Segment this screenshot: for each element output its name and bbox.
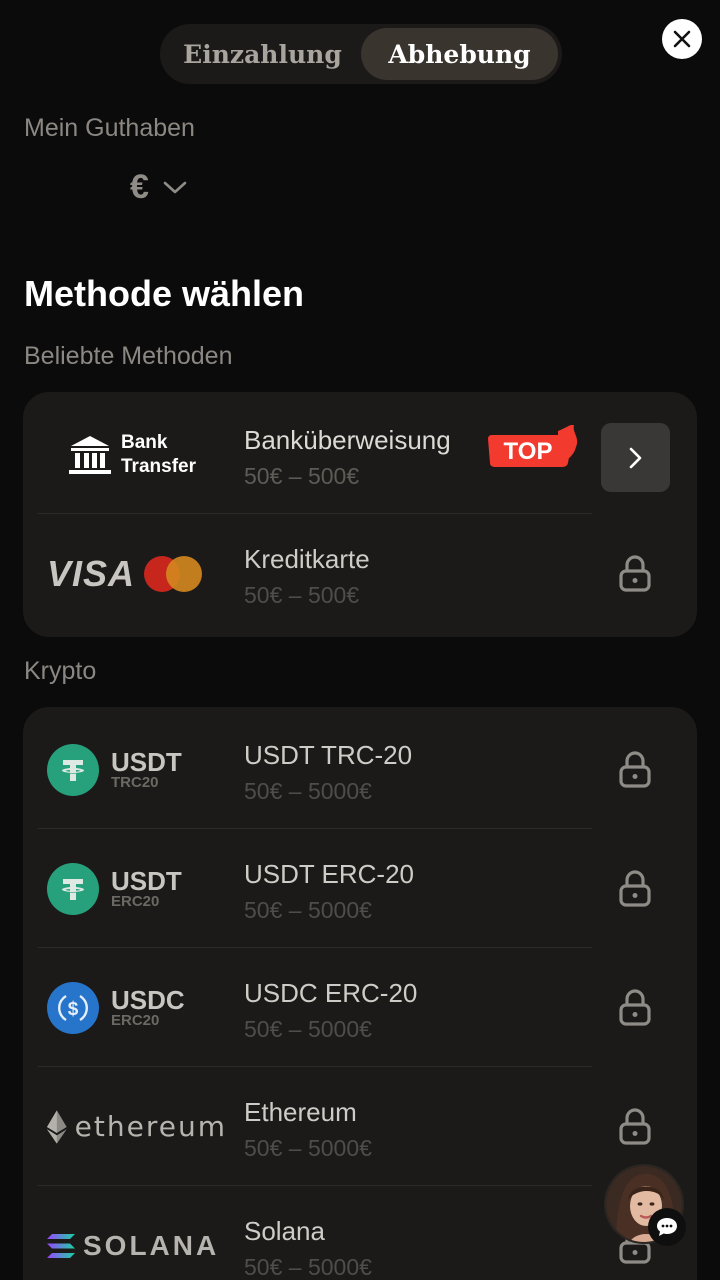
currency-selector[interactable]: € [130, 168, 187, 207]
chevron-right-icon [629, 447, 641, 468]
solana-wordmark: SOLANA [83, 1229, 220, 1261]
method-name: USDC ERC-20 [244, 978, 418, 1008]
mastercard-icon [144, 555, 203, 592]
balance-label: Mein Guthaben [24, 114, 195, 142]
usdt-trc20-logo: USDT TRC20 [47, 710, 227, 829]
method-row-usdt-trc20[interactable]: USDT TRC20 USDT TRC-20 50€ – 5000€ [23, 710, 697, 829]
coin-title: USDT [111, 865, 182, 896]
method-name: Solana [244, 1216, 325, 1246]
method-row-solana[interactable]: SOLANA Solana 50€ – 5000€ [23, 1186, 697, 1280]
chat-icon [648, 1208, 686, 1246]
ethereum-logo: ethereum [47, 1067, 227, 1186]
top-badge-label: TOP [504, 438, 553, 465]
crypto-methods-label: Krypto [24, 657, 97, 685]
method-range: 50€ – 500€ [244, 582, 360, 608]
svg-text:$: $ [68, 999, 79, 1020]
method-row-usdt-erc20[interactable]: USDT ERC20 USDT ERC-20 50€ – 5000€ [23, 829, 697, 948]
lock-icon [619, 1108, 651, 1145]
method-row-bank-transfer[interactable]: Bank Transfer Banküberweisung 50€ – 500€… [23, 395, 697, 514]
lock-icon [619, 989, 651, 1026]
close-button[interactable] [662, 19, 702, 59]
support-chat-button[interactable] [604, 1164, 686, 1246]
ethereum-wordmark: ethereum [74, 1110, 227, 1143]
method-name: USDT TRC-20 [244, 740, 413, 770]
lock-icon [619, 870, 651, 907]
method-range: 50€ – 5000€ [244, 1254, 372, 1280]
popular-methods-label: Beliebte Methoden [24, 342, 233, 370]
solana-logo: SOLANA [47, 1186, 227, 1280]
method-name: USDT ERC-20 [244, 859, 415, 889]
lock-icon [619, 751, 651, 788]
coin-subtitle: TRC20 [111, 773, 159, 791]
tab-deposit[interactable]: Einzahlung [164, 28, 361, 80]
coin-subtitle: ERC20 [111, 892, 160, 910]
method-name: Kreditkarte [244, 544, 370, 574]
usdc-icon: $ [47, 981, 99, 1034]
method-range: 50€ – 5000€ [244, 778, 372, 804]
top-badge: TOP [488, 425, 578, 467]
method-name: Banküberweisung [244, 425, 451, 455]
method-name: Ethereum [244, 1097, 357, 1127]
usdt-erc20-logo: USDT ERC20 [47, 829, 227, 948]
method-row-usdc-erc20[interactable]: $ USDC ERC20 USDC ERC-20 50€ – 5000€ [23, 948, 697, 1067]
deposit-withdraw-tabs: Einzahlung Abhebung [160, 24, 562, 84]
bank-transfer-logo: Bank Transfer [69, 395, 249, 514]
method-range: 50€ – 5000€ [244, 1135, 372, 1161]
method-range: 50€ – 5000€ [244, 1016, 372, 1042]
visa-logo: VISA [47, 552, 136, 594]
ethereum-icon [47, 1109, 67, 1144]
usdc-erc20-logo: $ USDC ERC20 [47, 948, 227, 1067]
popular-methods-card: Bank Transfer Banküberweisung 50€ – 500€… [23, 392, 697, 637]
bank-logo-text-line1: Bank [121, 431, 168, 453]
method-range: 50€ – 500€ [244, 463, 360, 489]
coin-title: USDT [111, 746, 182, 777]
tab-withdraw[interactable]: Abhebung [361, 28, 558, 80]
coin-title: USDC [111, 984, 185, 1015]
crypto-methods-card: USDT TRC20 USDT TRC-20 50€ – 5000€ USDT … [23, 707, 697, 1280]
credit-card-logo: VISA [47, 514, 227, 633]
select-method-button[interactable] [601, 423, 670, 492]
chevron-down-icon [163, 181, 187, 193]
coin-subtitle: ERC20 [111, 1011, 160, 1029]
page-title: Methode wählen [24, 273, 305, 314]
method-row-credit-card[interactable]: VISA Kreditkarte 50€ – 500€ [23, 514, 697, 633]
currency-symbol: € [130, 168, 149, 206]
lock-icon [619, 555, 651, 592]
bank-logo-text-line2: Transfer [121, 455, 196, 477]
bank-icon [69, 435, 111, 474]
solana-icon [47, 1233, 75, 1258]
method-range: 50€ – 5000€ [244, 897, 372, 923]
tether-icon [47, 743, 99, 796]
close-icon [673, 30, 691, 48]
method-row-ethereum[interactable]: ethereum Ethereum 50€ – 5000€ [23, 1067, 697, 1186]
tether-icon [47, 862, 99, 915]
